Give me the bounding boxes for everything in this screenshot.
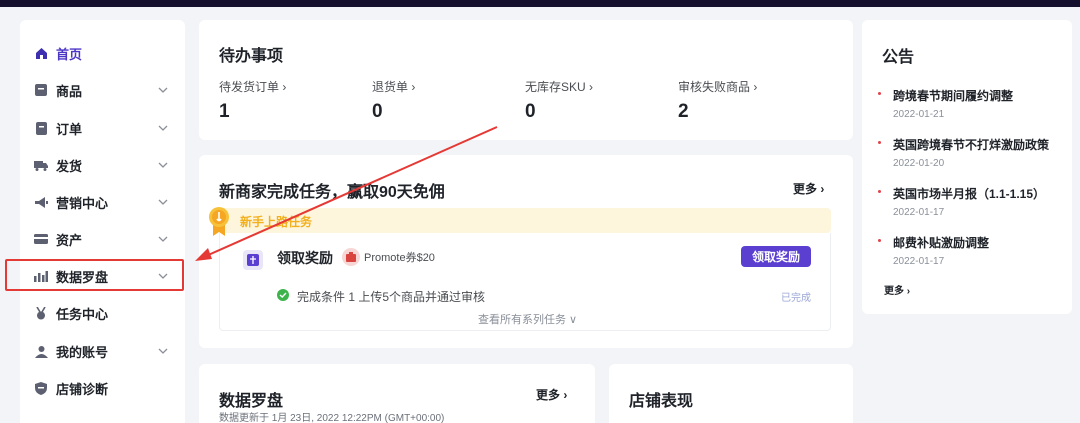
todo-item-returns[interactable]: 退货单 › 0 — [372, 78, 415, 123]
todo-item-review-failed[interactable]: 审核失败商品 › 2 — [678, 78, 757, 123]
todo-item-count: 1 — [219, 101, 230, 122]
sidebar-item-label: 商品 — [56, 83, 83, 99]
todo-item-out-of-stock[interactable]: 无库存SKU › 0 — [525, 78, 593, 123]
todo-title: 待办事项 — [219, 48, 284, 65]
home-icon — [34, 46, 48, 60]
reward-title: 领取奖励 — [277, 250, 333, 266]
task-title: 新商家完成任务，赢取90天免佣 — [219, 184, 445, 201]
data-compass-title: 数据罗盘 — [219, 393, 284, 410]
sidebar-item-marketing[interactable]: 营销中心 — [20, 186, 185, 218]
sidebar-item-products[interactable]: 商品 — [20, 74, 185, 106]
chevron-down-icon[interactable] — [157, 345, 169, 357]
todo-item-label: 退货单 › — [372, 80, 416, 94]
task-condition: 完成条件 1 上传5个商品并通过审核 — [297, 290, 486, 304]
data-updated-time: 数据更新于 1月 23日, 2022 12:22PM (GMT+00:00) — [219, 413, 445, 423]
chevron-down-icon[interactable] — [157, 159, 169, 171]
store-performance-title: 店铺表现 — [629, 393, 694, 410]
megaphone-icon — [34, 195, 48, 209]
claim-reward-button[interactable]: 领取奖励 — [741, 246, 811, 267]
medal-icon — [209, 207, 229, 236]
view-all-tasks-link[interactable]: 查看所有系列任务 ∨ — [478, 311, 577, 327]
order-icon — [34, 121, 48, 135]
todo-item-count: 2 — [678, 101, 689, 122]
promo-badge: Promote券$20 — [342, 247, 435, 267]
gift-icon — [243, 250, 263, 270]
bullet-dot-icon — [878, 141, 881, 144]
notice-item-title: 英国跨境春节不打烊激励政策 — [893, 138, 1050, 152]
chevron-down-icon[interactable] — [157, 196, 169, 208]
sidebar-item-my-account[interactable]: 我的账号 — [20, 335, 185, 367]
todo-item-label: 待发货订单 › — [219, 80, 287, 94]
chevron-down-icon[interactable] — [157, 84, 169, 96]
sidebar-item-home[interactable]: 首页 — [20, 37, 185, 69]
sidebar-item-assets[interactable]: 资产 — [20, 223, 185, 255]
notice-item-date: 2022-01-20 — [893, 158, 945, 169]
sidebar-item-store-diagnosis[interactable]: 店铺诊断 — [20, 372, 185, 404]
shield-icon — [34, 381, 48, 395]
medal-icon — [34, 306, 48, 320]
sidebar-item-label: 营销中心 — [56, 195, 109, 211]
chevron-down-icon[interactable] — [157, 233, 169, 245]
notice-item-title: 邮费补贴激励调整 — [893, 236, 990, 250]
card-icon — [34, 232, 48, 246]
notice-item-date: 2022-01-21 — [893, 109, 945, 120]
sidebar-item-label: 任务中心 — [56, 306, 109, 322]
sidebar-item-label: 资产 — [56, 232, 83, 248]
sidebar-item-label: 店铺诊断 — [56, 381, 109, 397]
top-bar — [0, 0, 1080, 7]
promo-text: Promote券$20 — [364, 252, 435, 264]
sidebar-item-shipping[interactable]: 发货 — [20, 149, 185, 181]
sidebar-item-label: 订单 — [56, 121, 83, 137]
bullet-dot-icon — [878, 92, 881, 95]
task-done-status: 已完成 — [781, 293, 811, 304]
notice-item-date: 2022-01-17 — [893, 207, 945, 218]
sidebar-item-label: 发货 — [56, 158, 83, 174]
todo-item-pending-shipment[interactable]: 待发货订单 › 1 — [219, 78, 286, 123]
todo-item-count: 0 — [525, 101, 536, 122]
todo-item-label: 无库存SKU › — [525, 80, 594, 94]
task-more-link[interactable]: 更多 › — [793, 180, 824, 197]
bullet-dot-icon — [878, 239, 881, 242]
task-banner-label: 新手上路任务 — [240, 215, 313, 229]
notice-item-date: 2022-01-17 — [893, 256, 945, 267]
user-icon — [34, 344, 48, 358]
chevron-down-icon[interactable] — [157, 122, 169, 134]
notice-more-link[interactable]: 更多 › — [884, 282, 910, 297]
annotation-highlight-box — [5, 259, 184, 291]
notice-item-title: 英国市场半月报（1.1-1.15） — [893, 187, 1046, 201]
todo-item-count: 0 — [372, 101, 383, 122]
check-circle-icon — [277, 289, 289, 301]
product-icon — [34, 83, 48, 97]
todo-item-label: 审核失败商品 › — [678, 80, 758, 94]
bullet-dot-icon — [878, 190, 881, 193]
notice-title: 公告 — [882, 49, 915, 66]
coupon-icon — [342, 248, 360, 266]
sidebar-item-orders[interactable]: 订单 — [20, 112, 185, 144]
notice-item-title: 跨境春节期间履约调整 — [893, 89, 1014, 103]
sidebar-item-label: 我的账号 — [56, 344, 109, 360]
sidebar-item-task-center[interactable]: 任务中心 — [20, 297, 185, 329]
truck-icon — [34, 158, 48, 172]
data-compass-more-link[interactable]: 更多 › — [536, 386, 567, 403]
sidebar-item-label: 首页 — [56, 46, 83, 62]
